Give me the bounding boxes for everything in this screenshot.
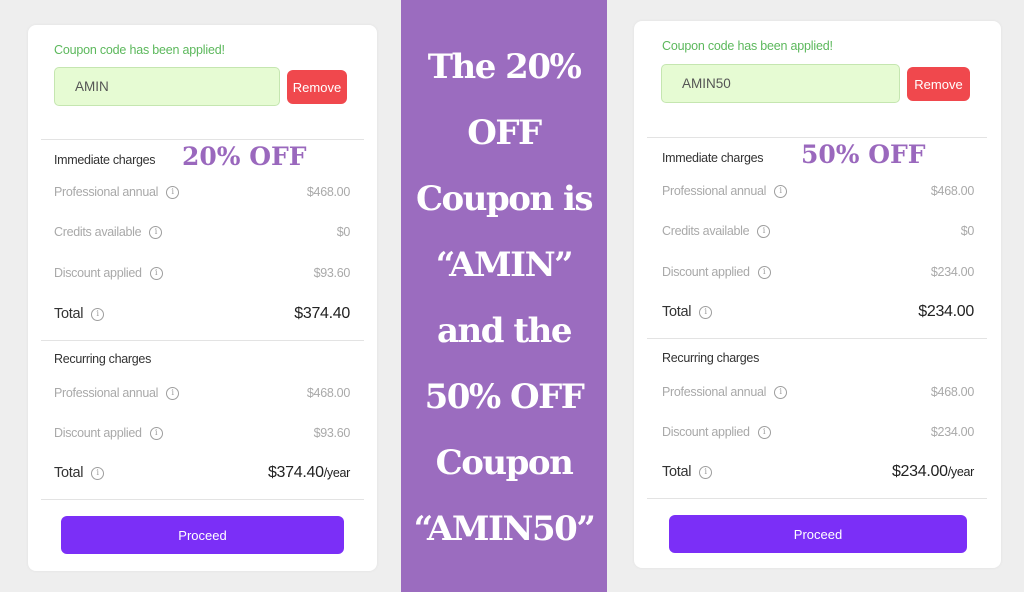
info-icon[interactable]: i (91, 307, 105, 321)
total-label: Total (54, 465, 84, 481)
total-label: Total (662, 464, 692, 480)
immediate-charges-title: Immediate charges (54, 153, 156, 167)
line-item-value: $93.60 (313, 266, 351, 280)
recurring-total-row: Total i $234.00/year (662, 463, 974, 481)
total-amount: $234.00 (891, 463, 948, 480)
total-label: Total (662, 304, 692, 320)
line-item-label: Discount applied (662, 425, 750, 439)
total-label: Total (54, 306, 84, 322)
line-item-value: $93.60 (313, 426, 351, 440)
proceed-button[interactable]: Proceed (669, 515, 967, 553)
immediate-total-row: Total i $234.00 (662, 303, 974, 321)
info-icon[interactable]: i (699, 305, 713, 319)
checkout-card-20-off: Coupon code has been applied! Remove Imm… (28, 25, 377, 571)
info-icon[interactable]: i (149, 225, 163, 239)
info-icon[interactable]: i (166, 185, 180, 199)
recurring-charges-title: Recurring charges (662, 351, 760, 365)
banner-line: OFF (467, 113, 542, 153)
line-item-credits-available: Credits available i $0 (54, 225, 350, 239)
line-item-value: $234.00 (930, 425, 974, 439)
banner-line: and the (437, 311, 572, 351)
line-item-value: $468.00 (930, 385, 974, 399)
billing-period: /year (323, 466, 351, 480)
coupon-code-input[interactable] (54, 67, 280, 106)
total-value: $374.40/year (268, 464, 350, 482)
total-amount: $374.40 (267, 464, 324, 481)
recurring-total-row: Total i $374.40/year (54, 464, 350, 482)
line-item-professional-annual: Professional annual i $468.00 (54, 185, 350, 199)
banner-line: The 20% (427, 47, 582, 87)
line-item-label: Discount applied (54, 266, 142, 280)
billing-period: /year (947, 465, 975, 479)
divider (41, 139, 364, 140)
line-item-value: $468.00 (306, 386, 350, 400)
remove-coupon-button[interactable]: Remove (287, 70, 347, 104)
line-item-label: Professional annual (54, 185, 159, 199)
banner-line: “AMIN” (435, 245, 574, 285)
banner-line: 50% OFF (424, 377, 585, 417)
info-icon[interactable]: i (91, 466, 105, 480)
info-icon[interactable]: i (757, 425, 771, 439)
line-item-label: Discount applied (54, 426, 142, 440)
discount-off-label: 50% OFF (801, 140, 926, 169)
line-item-value: $468.00 (930, 184, 974, 198)
divider (41, 499, 364, 500)
line-item-value: $234.00 (930, 265, 974, 279)
line-item-label: Professional annual (54, 386, 159, 400)
line-item-label: Professional annual (662, 385, 767, 399)
info-icon[interactable]: i (774, 184, 788, 198)
line-item-discount-applied: Discount applied i $234.00 (662, 265, 974, 279)
immediate-charges-title: Immediate charges (662, 151, 764, 165)
line-item-label: Professional annual (662, 184, 767, 198)
banner-line: “AMIN50” (413, 509, 596, 549)
line-item-professional-annual: Professional annual i $468.00 (662, 385, 974, 399)
info-icon[interactable]: i (149, 426, 163, 440)
line-item-professional-annual: Professional annual i $468.00 (662, 184, 974, 198)
info-icon[interactable]: i (699, 465, 713, 479)
coupon-applied-message: Coupon code has been applied! (662, 39, 833, 53)
divider (647, 498, 987, 499)
line-item-discount-applied: Discount applied i $93.60 (54, 266, 350, 280)
divider (647, 137, 987, 138)
line-item-value: $468.00 (306, 185, 350, 199)
line-item-label: Credits available (662, 224, 750, 238)
remove-coupon-button[interactable]: Remove (907, 67, 970, 101)
line-item-label: Discount applied (662, 265, 750, 279)
banner-line: Coupon (435, 443, 574, 483)
line-item-discount-applied: Discount applied i $234.00 (662, 425, 974, 439)
recurring-charges-title: Recurring charges (54, 352, 152, 366)
divider (41, 340, 364, 341)
info-icon[interactable]: i (757, 265, 771, 279)
total-value: $234.00/year (892, 463, 974, 481)
coupon-info-banner: The 20% OFF Coupon is “AMIN” and the 50%… (401, 0, 607, 592)
discount-off-label: 20% OFF (182, 142, 307, 171)
line-item-value: $0 (336, 225, 351, 239)
coupon-applied-message: Coupon code has been applied! (54, 43, 225, 57)
total-value: $374.40 (294, 305, 350, 322)
banner-line: Coupon is (415, 179, 594, 219)
immediate-total-row: Total i $374.40 (54, 305, 350, 323)
info-icon[interactable]: i (774, 385, 788, 399)
coupon-code-input[interactable] (661, 64, 900, 103)
info-icon[interactable]: i (757, 224, 771, 238)
line-item-value: $0 (960, 224, 975, 238)
line-item-label: Credits available (54, 225, 142, 239)
checkout-card-50-off: Coupon code has been applied! Remove Imm… (634, 21, 1001, 568)
info-icon[interactable]: i (149, 266, 163, 280)
proceed-button[interactable]: Proceed (61, 516, 344, 554)
line-item-professional-annual: Professional annual i $468.00 (54, 386, 350, 400)
line-item-discount-applied: Discount applied i $93.60 (54, 426, 350, 440)
info-icon[interactable]: i (166, 386, 180, 400)
line-item-credits-available: Credits available i $0 (662, 224, 974, 238)
total-value: $234.00 (918, 303, 974, 320)
divider (647, 338, 987, 339)
